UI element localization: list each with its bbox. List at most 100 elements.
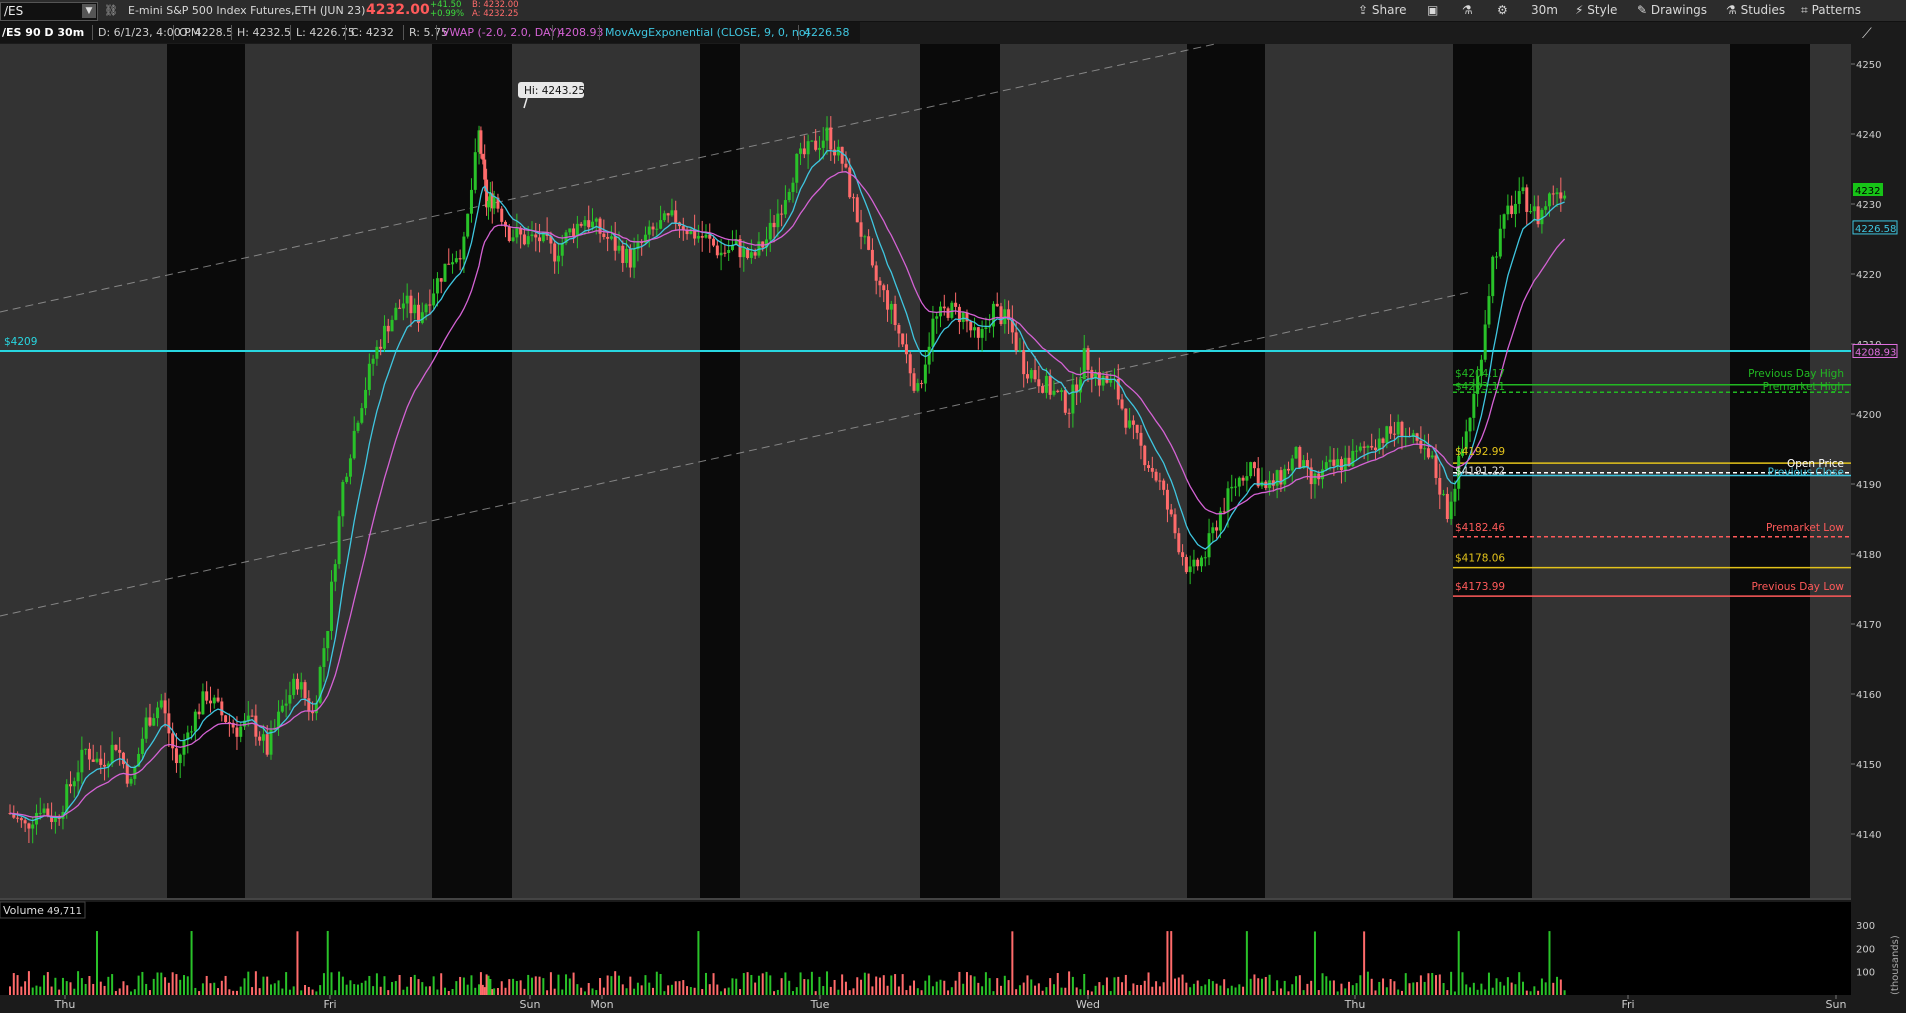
volume-bar bbox=[784, 972, 787, 995]
volume-bar bbox=[587, 983, 590, 995]
candle bbox=[1052, 390, 1056, 395]
candle bbox=[479, 130, 483, 154]
candle bbox=[133, 766, 137, 779]
candle bbox=[1400, 421, 1404, 437]
volume-bar bbox=[126, 985, 129, 995]
volume-bar bbox=[171, 972, 174, 995]
candle bbox=[72, 781, 76, 787]
candle bbox=[530, 234, 534, 237]
candle bbox=[534, 234, 538, 238]
volume-bar bbox=[1034, 985, 1037, 995]
volume-bar bbox=[636, 982, 639, 995]
volume-bar bbox=[954, 980, 957, 995]
volume-bar bbox=[372, 986, 375, 995]
candle bbox=[1370, 445, 1374, 448]
candle bbox=[1048, 375, 1052, 395]
candle bbox=[1226, 488, 1230, 513]
time-tick-label: Fri bbox=[1621, 998, 1634, 1011]
volume-bar bbox=[391, 982, 394, 995]
candle bbox=[178, 754, 182, 764]
volume-bar bbox=[561, 989, 564, 995]
volume-bar bbox=[455, 981, 458, 995]
volume-bar bbox=[39, 986, 42, 995]
volume-bar bbox=[807, 979, 810, 995]
price-chart[interactable]: Hi: 4243.25 $4209 $4204.17$4203.11 Previous… bbox=[0, 0, 1906, 1013]
candle bbox=[602, 233, 606, 237]
candle bbox=[594, 218, 598, 222]
volume-bar bbox=[1442, 983, 1445, 995]
volume-bar bbox=[413, 974, 416, 995]
candle bbox=[647, 226, 651, 235]
candle bbox=[152, 718, 156, 726]
price-tick-label: 4170 bbox=[1856, 620, 1881, 631]
candle bbox=[148, 717, 152, 726]
candle bbox=[413, 304, 417, 314]
candle bbox=[212, 697, 216, 704]
volume-bar bbox=[470, 975, 473, 995]
volume-bar bbox=[576, 984, 579, 995]
volume-bar bbox=[962, 983, 965, 995]
candle bbox=[364, 389, 368, 409]
session-band bbox=[700, 44, 740, 898]
candle bbox=[696, 236, 700, 239]
candle bbox=[1131, 420, 1135, 425]
volume-bar bbox=[84, 983, 87, 995]
candle bbox=[685, 230, 689, 235]
volume-bar bbox=[640, 985, 643, 995]
candle bbox=[1158, 480, 1162, 482]
candle bbox=[277, 711, 281, 728]
volume-bar bbox=[406, 986, 409, 995]
volume-bar bbox=[981, 986, 984, 995]
candle bbox=[466, 213, 470, 237]
candle bbox=[345, 476, 349, 482]
volume-bar bbox=[1461, 972, 1464, 995]
candle bbox=[776, 213, 780, 228]
volume-bar bbox=[1313, 931, 1316, 995]
volume-bar bbox=[1400, 990, 1403, 995]
volume-bar bbox=[1185, 982, 1188, 995]
volume-bar bbox=[629, 976, 632, 995]
candle bbox=[1389, 426, 1393, 434]
volume-bar bbox=[459, 976, 462, 995]
price-tick-label: 4140 bbox=[1856, 830, 1881, 841]
volume-bar bbox=[1098, 982, 1101, 995]
volume-unit-label: (thousands) bbox=[1890, 935, 1901, 995]
volume-bar bbox=[1219, 985, 1222, 995]
time-tick-label: Thu bbox=[1344, 998, 1366, 1011]
candle bbox=[1517, 191, 1521, 204]
volume-bar bbox=[610, 976, 613, 995]
candle bbox=[632, 249, 636, 268]
volume-bar bbox=[1506, 977, 1509, 995]
candle bbox=[1373, 447, 1377, 451]
candle bbox=[1222, 511, 1226, 513]
volume-bar bbox=[1302, 990, 1305, 995]
candle bbox=[190, 731, 194, 733]
candle bbox=[84, 748, 88, 750]
candle bbox=[303, 682, 307, 699]
volume-bar bbox=[1174, 978, 1177, 995]
volume-bar bbox=[500, 981, 503, 995]
volume-bar bbox=[1317, 990, 1320, 995]
session-band bbox=[167, 44, 245, 898]
time-tick-label: Fri bbox=[323, 998, 336, 1011]
candle bbox=[91, 759, 95, 762]
volume-bar bbox=[1064, 987, 1067, 995]
candle bbox=[923, 364, 927, 384]
volume-bar bbox=[152, 978, 155, 995]
candle bbox=[931, 318, 935, 347]
candle bbox=[1044, 375, 1048, 393]
volume-bar bbox=[254, 971, 257, 995]
candle bbox=[817, 147, 821, 150]
candle bbox=[749, 252, 753, 258]
candle bbox=[568, 228, 572, 233]
volume-bar bbox=[674, 981, 677, 995]
candle bbox=[1555, 192, 1559, 195]
candle bbox=[1211, 527, 1215, 534]
volume-bar bbox=[742, 973, 745, 995]
volume-bar bbox=[356, 984, 359, 995]
volume-bar bbox=[1279, 988, 1282, 995]
volume-bar bbox=[580, 987, 583, 995]
volume-bar bbox=[383, 976, 386, 995]
volume-bar bbox=[856, 977, 859, 995]
volume-bar bbox=[148, 990, 151, 995]
